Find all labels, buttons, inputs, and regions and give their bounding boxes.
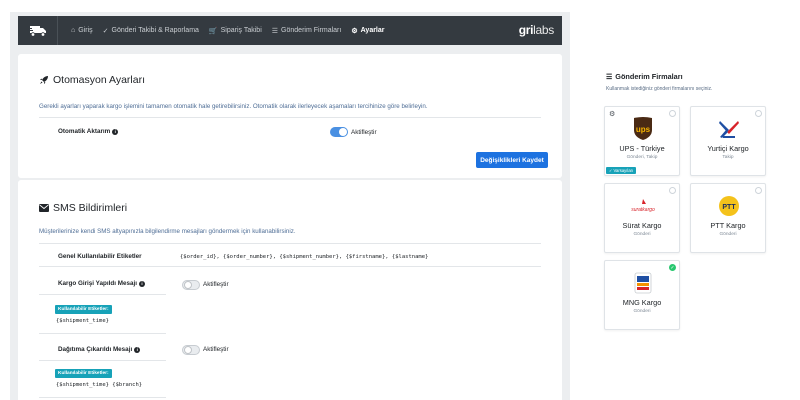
gear-icon[interactable]: ⚙ (609, 110, 615, 118)
auto-transfer-toggle[interactable] (330, 127, 348, 137)
ptt-logo: PTT (717, 194, 741, 218)
main-area: ⌂ Giriş ✓ Gönderi Takibi & Raporlama 🛒 S… (10, 12, 570, 400)
default-badge: ✓ Varsayılan (606, 167, 636, 174)
select-checkbox[interactable] (669, 187, 676, 194)
select-checkbox[interactable] (669, 110, 676, 117)
carrier-card-yurtici[interactable]: Yurtiçi Kargo Takip (690, 106, 766, 176)
shipment-entered-toggle[interactable] (182, 280, 200, 290)
nav-settings[interactable]: ⚙ Ayarlar (346, 16, 389, 45)
carrier-name: Sürat Kargo (622, 221, 662, 230)
divider (39, 333, 166, 334)
shipment-entered-toggle-label: Aktifleştir (203, 281, 229, 288)
automation-title-text: Otomasyon Ayarları (53, 74, 146, 86)
divider (39, 397, 166, 398)
carrier-sub: Takip (722, 155, 734, 160)
mng-logo (631, 271, 655, 295)
divider (39, 294, 166, 295)
carrier-name: Yurtiçi Kargo (707, 144, 749, 153)
truck-logo-icon[interactable] (18, 16, 58, 45)
gears-icon: ⚙ (351, 27, 358, 35)
svg-text:PTT: PTT (722, 204, 736, 211)
automation-card: Otomasyon Ayarları Gerekli ayarları yapa… (18, 54, 562, 178)
shipment-entered-message-label: Kargo Girişi Yapıldı Mesajı i (58, 280, 145, 287)
list-icon: ☰ (606, 73, 613, 81)
shipment-entered-tags: {$shipment_time} (56, 318, 109, 324)
divider (39, 117, 541, 118)
info-icon[interactable]: i (112, 128, 119, 135)
svg-text:suratkargo: suratkargo (631, 207, 655, 213)
carrier-card-ptt[interactable]: PTT PTT Kargo Gönderi (690, 183, 766, 253)
nav-label: Gönderi Takibi & Raporlama (111, 27, 199, 34)
default-badge-text: Varsayılan (613, 168, 633, 173)
select-checkbox[interactable] (755, 110, 762, 117)
svg-text:ups: ups (636, 125, 651, 134)
out-for-delivery-toggle-label: Aktifleştir (203, 346, 229, 353)
sms-description: Müşterilerinize kendi SMS altyapınızla b… (39, 228, 296, 235)
envelope-icon (39, 204, 49, 212)
brand-logo[interactable]: grilabs (518, 23, 555, 37)
carrier-sub: Gönderi (633, 232, 651, 237)
general-tags-value: {$order_id}, {$order_number}, {$shipment… (180, 254, 429, 260)
nav-order-tracking[interactable]: 🛒 Sipariş Takibi (204, 16, 267, 45)
brand-light: labs (533, 23, 554, 37)
carrier-sub: Gönderi (719, 232, 737, 237)
toggle-knob (184, 281, 192, 289)
top-navbar: ⌂ Giriş ✓ Gönderi Takibi & Raporlama 🛒 S… (18, 16, 562, 45)
auto-transfer-toggle-label: Aktifleştir (351, 129, 377, 136)
usable-tags-badge: Kullanılabilir Etiketler: (55, 305, 112, 314)
select-checkbox[interactable] (755, 187, 762, 194)
carrier-sub: Gönderi (633, 309, 651, 314)
carriers-title-text: Gönderim Firmaları (615, 72, 683, 81)
info-icon[interactable]: i (134, 346, 141, 353)
out-for-delivery-toggle[interactable] (182, 345, 200, 355)
nav-label: Gönderim Firmaları (281, 27, 342, 34)
carrier-card-mng[interactable]: ✓ MNG Kargo Gönderi (604, 260, 680, 330)
carrier-card-ups[interactable]: ⚙ ups UPS - Türkiye Gönderi, Takip ✓ Vars… (604, 106, 680, 176)
carrier-name: PTT Kargo (710, 221, 746, 230)
nav-label: Sipariş Takibi (220, 27, 262, 34)
auto-transfer-label-text: Otomatik Aktarım (58, 128, 111, 135)
ups-logo: ups (631, 117, 655, 141)
out-for-delivery-message-text: Dağıtıma Çıkarıldı Mesajı (58, 346, 133, 353)
general-tags-label: Genel Kullanılabilir Etiketler (58, 253, 142, 260)
sms-card: SMS Bildirimleri Müşterilerinize kendi S… (18, 180, 562, 400)
carriers-description: Kullanmak istediğiniz gönderi firmaların… (606, 86, 713, 92)
shipment-entered-message-text: Kargo Girişi Yapıldı Mesajı (58, 280, 137, 287)
out-for-delivery-tags: {$shipment_time} {$branch} (56, 382, 143, 388)
out-for-delivery-message-label: Dağıtıma Çıkarıldı Mesajı i (58, 346, 141, 353)
nav-shipment-tracking[interactable]: ✓ Gönderi Takibi & Raporlama (98, 16, 204, 45)
auto-transfer-label: Otomatik Aktarım i (58, 128, 119, 135)
info-icon[interactable]: i (138, 280, 145, 287)
sms-title-text: SMS Bildirimleri (53, 202, 128, 214)
nav-label: Giriş (78, 27, 93, 34)
cart-icon: 🛒 (208, 27, 218, 35)
carrier-card-surat[interactable]: suratkargo Sürat Kargo Gönderi (604, 183, 680, 253)
check-circle-icon: ✓ (609, 168, 613, 173)
selected-check-icon[interactable]: ✓ (669, 264, 676, 271)
nav-label: Ayarlar (360, 27, 385, 34)
truck-check-icon: ✓ (102, 27, 109, 35)
home-icon: ⌂ (71, 27, 76, 34)
divider (39, 360, 166, 361)
brand-bold: gri (518, 23, 534, 37)
toggle-knob (339, 128, 347, 136)
automation-description: Gerekli ayarları yaparak kargo işlemini … (39, 103, 428, 110)
list-icon: ☰ (271, 27, 279, 35)
carrier-name: UPS - Türkiye (619, 144, 665, 153)
carriers-title: ☰ Gönderim Firmaları (606, 72, 683, 81)
sms-title: SMS Bildirimleri (39, 202, 127, 214)
toggle-knob (184, 346, 192, 354)
save-changes-button[interactable]: Değişiklikleri Kaydet (476, 152, 548, 168)
nav-home[interactable]: ⌂ Giriş (66, 16, 98, 45)
carrier-name: MNG Kargo (622, 298, 662, 307)
divider (39, 243, 541, 244)
carrier-sub: Gönderi, Takip (626, 155, 658, 160)
surat-logo: suratkargo (631, 194, 655, 218)
usable-tags-badge: Kullanılabilir Etiketler: (55, 369, 112, 378)
divider (39, 266, 541, 267)
nav-carriers[interactable]: ☰ Gönderim Firmaları (267, 16, 347, 45)
automation-title: Otomasyon Ayarları (39, 74, 145, 86)
rocket-icon (40, 76, 48, 84)
yurtici-logo (717, 117, 741, 141)
